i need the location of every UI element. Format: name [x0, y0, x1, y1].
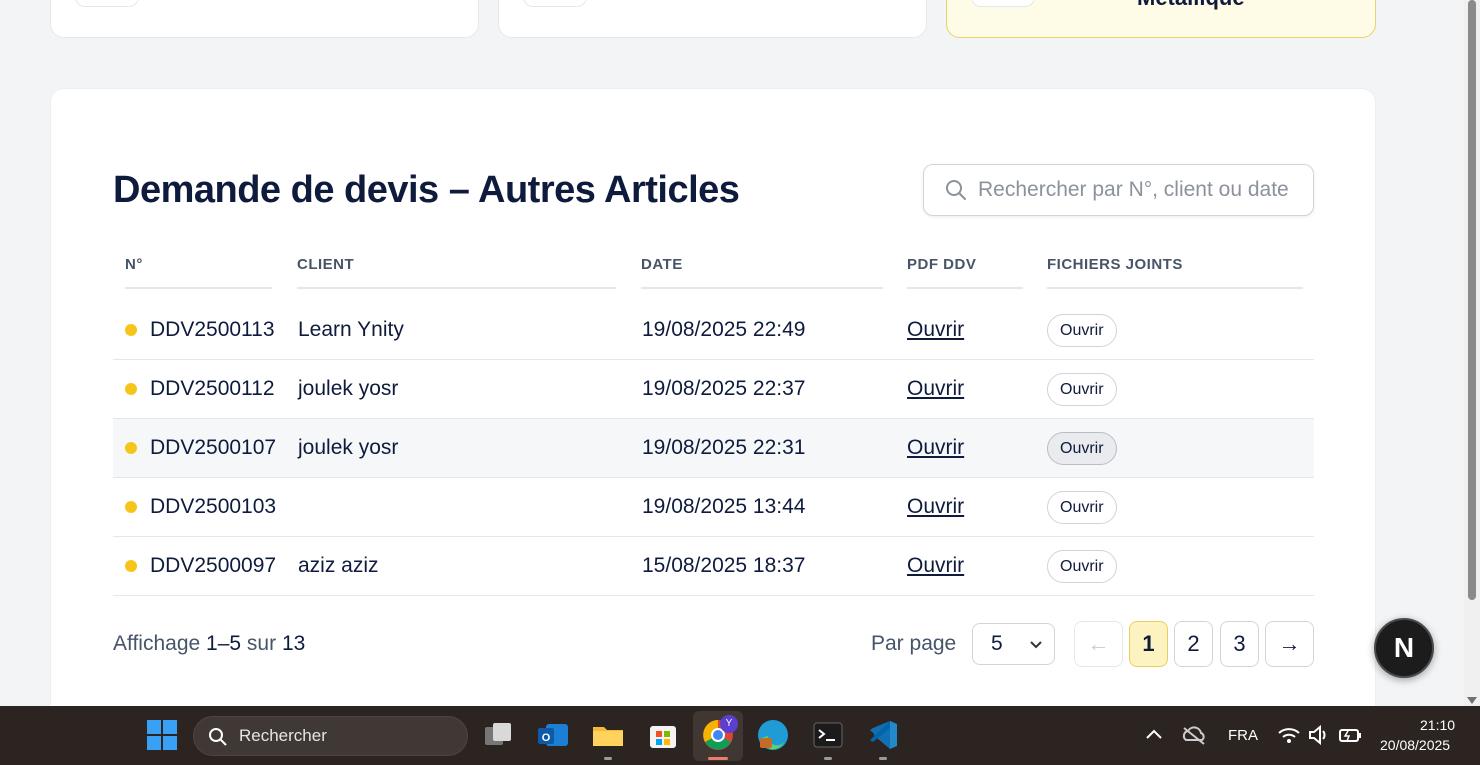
chevron-down-icon	[1030, 641, 1042, 649]
page-title: Demande de devis – Autres Articles	[113, 169, 740, 211]
open-pdf-link[interactable]: Ouvrir	[907, 318, 964, 342]
active-indicator	[708, 757, 728, 760]
column-header-client[interactable]: CLIENT	[297, 247, 616, 289]
summary-total: 13	[281, 632, 306, 655]
table-row[interactable]: DDV2500113 Learn Ynity 19/08/2025 22:49 …	[113, 301, 1314, 360]
onedrive-offline-icon[interactable]	[1180, 718, 1208, 752]
per-page-select[interactable]: 5	[972, 623, 1055, 665]
card-icon-frame	[971, 0, 1035, 7]
summary-prefix: Affichage	[113, 632, 201, 655]
volume-icon[interactable]	[1307, 718, 1331, 752]
task-view-icon[interactable]	[481, 718, 515, 752]
column-header-pdf[interactable]: PDF DDV	[907, 247, 1023, 289]
outlook-icon[interactable]: O	[536, 718, 570, 752]
row-date: 19/08/2025 22:49	[642, 318, 806, 341]
scroll-down-arrow-icon[interactable]	[1467, 697, 1477, 704]
table-row[interactable]: DDV2500103 19/08/2025 13:44 Ouvrir Ouvri…	[113, 478, 1314, 537]
profile-badge-letter: Y	[725, 718, 733, 729]
open-attachments-button[interactable]: Ouvrir	[1047, 314, 1117, 347]
summary-middle: sur	[246, 632, 277, 655]
pagination-summary: Affichage 1–5 sur 13	[113, 632, 305, 656]
row-number: DDV2500107	[150, 436, 277, 459]
row-date: 15/08/2025 18:37	[642, 554, 806, 577]
row-number: DDV2500103	[150, 495, 277, 518]
open-pdf-link[interactable]: Ouvrir	[907, 436, 964, 460]
column-header-num[interactable]: N°	[125, 247, 272, 289]
search-box[interactable]	[923, 164, 1314, 216]
running-indicator	[879, 757, 887, 760]
row-client: joulek yosr	[298, 436, 399, 459]
battery-icon[interactable]	[1337, 718, 1363, 752]
status-dot	[125, 383, 137, 395]
language-indicator[interactable]: FRA	[1228, 727, 1258, 744]
column-header-date[interactable]: DATE	[641, 247, 883, 289]
page-button-2[interactable]: 2	[1174, 621, 1213, 667]
row-client: Learn Ynity	[298, 318, 404, 341]
status-dot	[125, 560, 137, 572]
table-body: DDV2500113 Learn Ynity 19/08/2025 22:49 …	[113, 301, 1314, 596]
edge-icon[interactable]	[756, 718, 790, 752]
page-scrollbar[interactable]	[1464, 0, 1480, 706]
windows-start-icon[interactable]	[145, 718, 179, 752]
per-page-value: 5	[991, 632, 1003, 655]
open-pdf-link[interactable]: Ouvrir	[907, 554, 964, 578]
open-attachments-button[interactable]: Ouvrir	[1047, 373, 1117, 406]
card-icon-frame	[75, 0, 139, 7]
windows-taskbar: Rechercher O Y FRA 21:10 20/08/2025	[0, 706, 1480, 765]
quote-requests-panel: Demande de devis – Autres Articles N° CL…	[50, 88, 1376, 728]
open-pdf-link[interactable]: Ouvrir	[907, 377, 964, 401]
taskbar-search-label: Rechercher	[239, 726, 327, 745]
svg-text:O: O	[542, 732, 551, 744]
terminal-icon[interactable]	[811, 718, 845, 752]
page-button-3[interactable]: 3	[1220, 621, 1259, 667]
row-date: 19/08/2025 22:31	[642, 436, 806, 459]
clock-date[interactable]: 20/08/2025	[1380, 737, 1450, 753]
summary-range: 1–5	[206, 632, 242, 655]
page-button-1[interactable]: 1	[1129, 621, 1168, 667]
fab-letter: N	[1393, 632, 1415, 663]
running-indicator	[824, 757, 832, 760]
category-card-2[interactable]	[498, 0, 927, 38]
table-row[interactable]: DDV2500112 joulek yosr 19/08/2025 22:37 …	[113, 360, 1314, 419]
table-row[interactable]: DDV2500107 joulek yosr 19/08/2025 22:31 …	[113, 419, 1314, 478]
row-date: 19/08/2025 22:37	[642, 377, 806, 400]
row-number: DDV2500097	[150, 554, 277, 577]
search-icon	[946, 180, 966, 200]
next-page-button[interactable]: →	[1265, 621, 1314, 667]
open-pdf-link[interactable]: Ouvrir	[907, 495, 964, 519]
open-attachments-button[interactable]: Ouvrir	[1047, 491, 1117, 524]
open-attachments-button[interactable]: Ouvrir	[1047, 550, 1117, 583]
category-card-1[interactable]	[50, 0, 479, 38]
taskbar-search[interactable]: Rechercher	[193, 716, 468, 756]
search-icon	[209, 728, 227, 746]
card-icon-frame	[523, 0, 587, 7]
row-number: DDV2500112	[150, 377, 275, 400]
wifi-icon[interactable]	[1277, 718, 1301, 752]
status-dot	[125, 442, 137, 454]
vscode-icon[interactable]	[866, 718, 900, 752]
row-date: 19/08/2025 13:44	[642, 495, 806, 518]
category-card-metallique[interactable]: Métallique	[946, 0, 1376, 38]
prev-page-button[interactable]: ←	[1074, 621, 1123, 667]
nextjs-devtools-button[interactable]: N	[1374, 618, 1434, 678]
chevron-up-icon[interactable]	[1141, 718, 1167, 752]
row-client: aziz aziz	[298, 554, 379, 577]
microsoft-store-icon[interactable]	[646, 718, 680, 752]
running-indicator	[604, 757, 612, 760]
profile-badge: Y	[720, 715, 738, 733]
open-attachments-button[interactable]: Ouvrir	[1047, 432, 1117, 465]
file-explorer-icon[interactable]	[591, 718, 625, 752]
row-number: DDV2500113	[150, 318, 275, 341]
card-title: Métallique	[1137, 0, 1245, 11]
status-dot	[125, 501, 137, 513]
scrollbar-thumb[interactable]	[1468, 0, 1476, 600]
table-header: N° CLIENT DATE PDF DDV FICHIERS JOINTS	[113, 247, 1314, 291]
column-header-files[interactable]: FICHIERS JOINTS	[1047, 247, 1303, 289]
row-client: joulek yosr	[298, 377, 399, 400]
search-input[interactable]	[978, 170, 1298, 210]
table-row[interactable]: DDV2500097 aziz aziz 15/08/2025 18:37 Ou…	[113, 537, 1314, 596]
clock-time[interactable]: 21:10	[1420, 717, 1455, 733]
per-page-label: Par page	[871, 632, 957, 655]
status-dot	[125, 324, 137, 336]
